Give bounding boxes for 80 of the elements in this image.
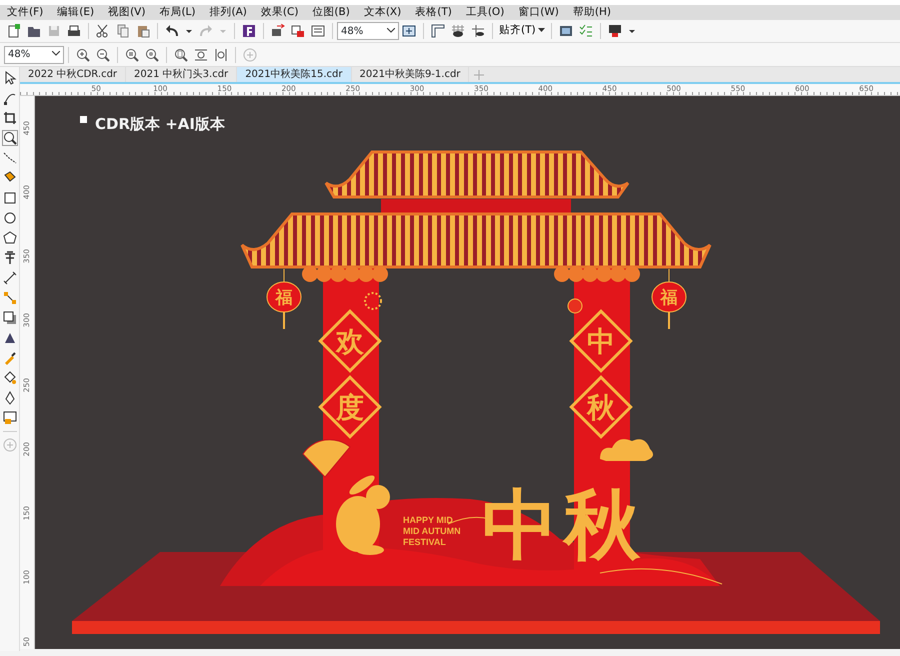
snap-dropdown[interactable]: 贴齐(T) — [497, 23, 548, 39]
cloud-drawing — [600, 439, 654, 461]
fan-drawing — [302, 439, 350, 478]
guidelines-icon[interactable] — [471, 24, 485, 38]
export-icon[interactable] — [291, 24, 305, 38]
lantern-character: 福 — [660, 288, 678, 308]
print-icon[interactable] — [67, 24, 81, 38]
caret-icon — [538, 28, 546, 33]
ruler-icon[interactable] — [431, 24, 445, 38]
menu-item[interactable]: 编辑(E) — [50, 5, 102, 20]
menu-item[interactable]: 文本(X) — [356, 5, 408, 20]
monitor-icon[interactable] — [608, 24, 622, 38]
document-tab[interactable]: 2021中秋美陈15.cdr — [237, 67, 352, 82]
paint-bucket-icon[interactable] — [2, 371, 16, 385]
couplet-character: 中 — [587, 325, 615, 358]
checklist-icon[interactable] — [579, 24, 594, 38]
crop-icon[interactable] — [2, 111, 16, 125]
slogan-line: MID AUTUMN — [403, 526, 461, 536]
caret-icon[interactable] — [387, 28, 395, 34]
polygon-icon[interactable] — [2, 231, 16, 245]
connector-icon[interactable] — [2, 291, 16, 305]
menu-item[interactable]: 表格(T) — [408, 5, 459, 20]
menu-item[interactable]: 效果(C) — [254, 5, 306, 20]
lantern — [652, 268, 686, 329]
image-options-icon[interactable] — [559, 24, 574, 38]
menu-item[interactable]: 位图(B) — [305, 5, 357, 20]
lantern-character: 福 — [276, 288, 292, 308]
slogan-line: FESTIVAL — [403, 537, 446, 547]
text-tool-icon[interactable] — [2, 251, 16, 265]
menu-item[interactable]: 帮助(H) — [566, 5, 618, 20]
couplet-character: 度 — [336, 391, 364, 424]
menu-item[interactable]: 排列(A) — [202, 5, 254, 20]
pointer-icon[interactable] — [2, 71, 16, 85]
caret-icon[interactable] — [52, 51, 60, 58]
scissors-icon[interactable] — [96, 24, 110, 38]
new-file-icon[interactable] — [7, 24, 21, 38]
firework-drawing — [364, 292, 382, 310]
lantern — [266, 268, 302, 329]
pen-nib-icon[interactable] — [2, 391, 16, 405]
couplet-character: 秋 — [587, 391, 615, 424]
zoom-dropdown[interactable]: 48% — [337, 22, 399, 40]
document-tab[interactable]: 2021中秋美陈9-1.cdr — [352, 67, 470, 82]
menu-item[interactable]: 文件(F) — [0, 5, 50, 20]
zoom-in-icon[interactable] — [76, 48, 90, 62]
copy-icon[interactable] — [116, 24, 130, 38]
zoom-icon[interactable] — [2, 131, 16, 145]
undo-icon[interactable] — [165, 24, 179, 38]
zoom-height-icon[interactable] — [214, 48, 228, 62]
ellipse-icon[interactable] — [2, 211, 16, 225]
rectangle-icon[interactable] — [2, 191, 16, 205]
slogan-line: HAPPY MID — [403, 515, 453, 525]
menu-item[interactable]: 工具(O) — [458, 5, 512, 20]
grid-view-icon[interactable] — [451, 24, 465, 38]
dimension-icon[interactable] — [2, 271, 16, 285]
color-fill-icon[interactable] — [2, 411, 16, 425]
zoom-width-icon[interactable] — [194, 48, 208, 62]
transparency-icon[interactable] — [2, 331, 16, 345]
couplet-character: 欢 — [336, 325, 364, 358]
open-folder-icon[interactable] — [27, 24, 41, 38]
zoom-dropdown[interactable]: 48% — [4, 46, 64, 64]
import-icon[interactable] — [271, 24, 285, 38]
menu-item[interactable]: 窗口(W) — [511, 5, 566, 20]
zoom-out-icon[interactable] — [96, 48, 110, 62]
canvas-label: CDR版本 +AI版本 — [95, 115, 225, 133]
app-launcher-icon[interactable] — [242, 24, 256, 38]
eyedropper-icon[interactable] — [2, 351, 16, 365]
document-tab[interactable]: 2022 中秋CDR.cdr — [20, 67, 126, 82]
menu-item[interactable]: 视图(V) — [101, 5, 152, 20]
pdf-icon[interactable] — [311, 24, 325, 38]
curve-icon[interactable] — [2, 151, 16, 165]
zoom-all-icon[interactable] — [145, 48, 159, 62]
zoom-selected-icon[interactable] — [125, 48, 139, 62]
menu-item[interactable]: 布局(L) — [152, 5, 202, 20]
selection-handle-icon — [80, 116, 87, 123]
full-screen-icon[interactable] — [402, 24, 416, 38]
drop-shadow-icon[interactable] — [2, 311, 16, 325]
paste-icon[interactable] — [136, 24, 150, 38]
flower-drawing — [568, 298, 582, 314]
shape-edit-icon[interactable] — [2, 91, 16, 105]
zoom-page-icon[interactable] — [174, 48, 188, 62]
